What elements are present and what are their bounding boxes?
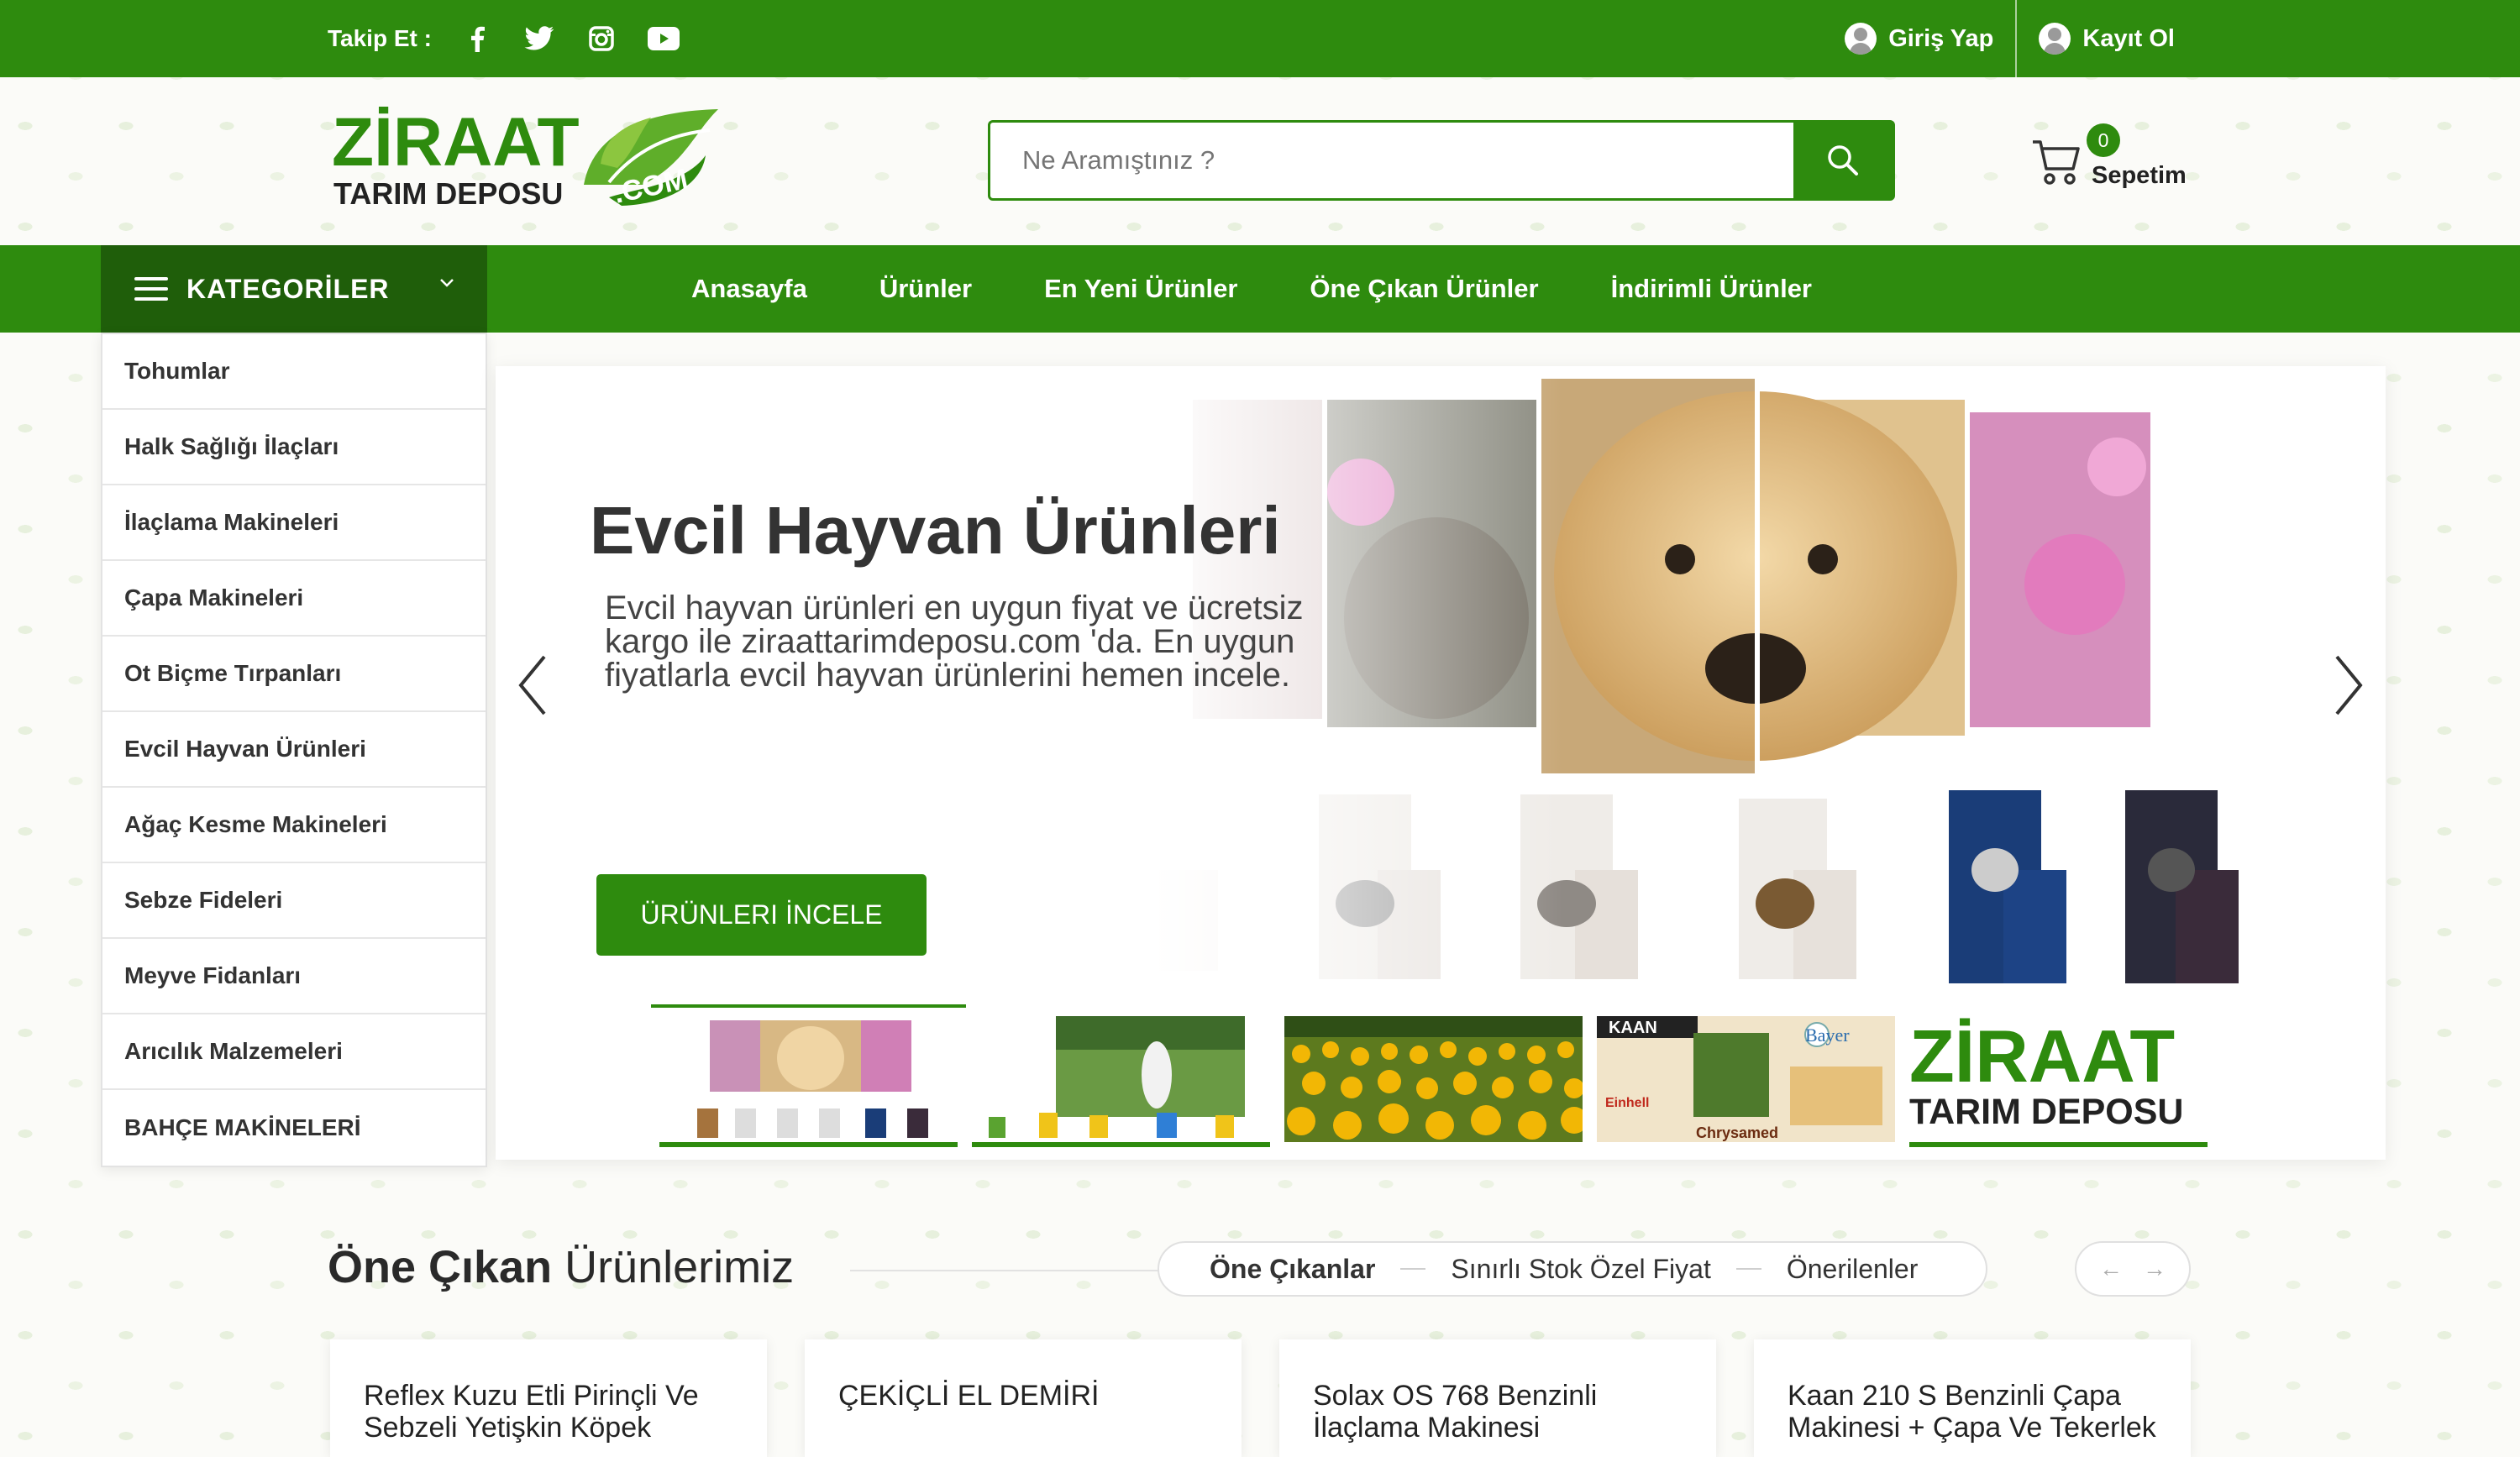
product-card[interactable]: Reflex Kuzu Etli Pirinçli Ve Sebzeli Yet… [330, 1339, 767, 1457]
category-item[interactable]: Ağaç Kesme Makineleri [102, 788, 486, 863]
slider-next-arrow-icon[interactable] [2327, 652, 2369, 719]
logo-text-ziraat: ZİRAAT [332, 105, 580, 181]
product-card[interactable]: Solax OS 768 Benzinli İlaçlama Makinesi [1279, 1339, 1716, 1457]
tab-featured[interactable]: Öne Çıkanlar [1210, 1254, 1375, 1285]
twitter-icon[interactable] [522, 22, 556, 55]
slide-cta-button[interactable]: ÜRÜNLERI İNCELE [596, 874, 927, 956]
svg-text:ZİRAAT: ZİRAAT [1909, 1016, 2175, 1098]
tab-limited-stock[interactable]: Sınırlı Stok Özel Fiyat [1451, 1254, 1710, 1285]
login-link[interactable]: Giriş Yap [1823, 0, 2015, 77]
logo-text-tarim: TARIM DEPOSU [333, 176, 563, 211]
top-bar: Takip Et : Giriş Yap Kayıt Ol [0, 0, 2520, 77]
facebook-icon[interactable] [460, 22, 494, 55]
svg-text:Chrysamed: Chrysamed [1696, 1124, 1778, 1141]
product-card[interactable]: ÇEKİÇLİ EL DEMİRİ [805, 1339, 1242, 1457]
chevron-down-icon [440, 279, 454, 287]
nav-home[interactable]: Anasayfa [655, 274, 843, 304]
slider-thumb-sunflowers[interactable] [1284, 1004, 1583, 1147]
slide-description: Evcil hayvan ürünleri en uygun fiyat ve … [605, 590, 1304, 694]
follow-label: Takip Et : [328, 25, 432, 51]
menu-icon [134, 277, 168, 301]
user-icon [2039, 23, 2071, 55]
nav-featured[interactable]: Öne Çıkan Ürünler [1273, 274, 1574, 304]
category-item[interactable]: Arıcılık Malzemeleri [102, 1014, 486, 1090]
slider-thumb-brands[interactable]: KAAN Bayer Einhell Chrysamed [1597, 1004, 1895, 1147]
tab-recommended[interactable]: Önerilenler [1787, 1254, 1919, 1285]
nav-products[interactable]: Ürünler [843, 274, 1008, 304]
category-item[interactable]: Evcil Hayvan Ürünleri [102, 712, 486, 788]
slider-prev-arrow-icon[interactable] [512, 652, 554, 719]
product-card[interactable]: Kaan 210 S Benzinli Çapa Makinesi + Çapa… [1754, 1339, 2191, 1457]
slider-thumb-pets[interactable] [651, 1004, 966, 1147]
svg-text:Einhell: Einhell [1605, 1096, 1649, 1110]
hero-slider: Evcil Hayvan Ürünleri Evcil hayvan ürünl… [496, 366, 2386, 1160]
cart-label: Sepetim [2092, 162, 2187, 189]
social-follow: Takip Et : [328, 0, 680, 77]
category-item[interactable]: İlaçlama Makineleri [102, 485, 486, 561]
login-label: Giriş Yap [1888, 24, 1994, 52]
youtube-icon[interactable] [647, 22, 680, 55]
category-item[interactable]: Ot Biçme Tırpanları [102, 637, 486, 712]
category-item[interactable]: Halk Sağlığı İlaçları [102, 410, 486, 485]
slider-thumbnails: KAAN Bayer Einhell Chrysamed ZİRAAT TARI… [651, 1004, 2208, 1147]
category-item[interactable]: Tohumlar [102, 334, 486, 410]
categories-toggle[interactable]: KATEGORİLER [101, 245, 487, 333]
section-title-bold: Öne Çıkan [328, 1242, 553, 1292]
instagram-icon[interactable] [585, 22, 618, 55]
category-item[interactable]: Çapa Makineleri [102, 561, 486, 637]
category-item[interactable]: BAHÇE MAKİNELERİ [102, 1090, 486, 1166]
pager-next-icon[interactable]: → [2143, 1255, 2166, 1282]
search-input[interactable] [990, 123, 1793, 198]
nav-links: Anasayfa Ürünler En Yeni Ürünler Öne Çık… [655, 245, 1848, 333]
hero-image [1151, 366, 2327, 1004]
slider-thumb-sprayers[interactable] [972, 1004, 1270, 1147]
nav-discounted[interactable]: İndirimli Ürünler [1575, 274, 1848, 304]
search-button[interactable] [1793, 123, 1893, 198]
site-logo[interactable]: ZİRAAT TARIM DEPOSU .COM [332, 104, 756, 214]
user-icon [1845, 23, 1877, 55]
section-title: Öne Çıkan Ürünlerimiz [328, 1241, 794, 1293]
search-bar [988, 120, 1895, 201]
slider-thumb-logo[interactable]: ZİRAAT TARIM DEPOSU [1909, 1004, 2208, 1147]
cart-icon [2033, 140, 2080, 185]
cart-count-badge: 0 [2087, 123, 2120, 157]
category-item[interactable]: Meyve Fidanları [102, 939, 486, 1014]
auth-links: Giriş Yap Kayıt Ol [1823, 0, 2197, 77]
section-divider [850, 1270, 1161, 1271]
categories-menu: Tohumlar Halk Sağlığı İlaçları İlaçlama … [101, 333, 487, 1167]
categories-label: KATEGORİLER [186, 273, 390, 304]
search-icon [1828, 145, 1858, 176]
nav-newest[interactable]: En Yeni Ürünler [1008, 274, 1273, 304]
svg-text:Bayer: Bayer [1805, 1025, 1850, 1046]
product-tabs: Öne Çıkanlar Sınırlı Stok Özel Fiyat Öne… [1158, 1241, 1987, 1297]
svg-text:TARIM DEPOSU: TARIM DEPOSU [1909, 1092, 2184, 1132]
cart-button[interactable]: 0 Sepetim [2031, 122, 2216, 197]
slide-title: Evcil Hayvan Ürünleri [590, 493, 1281, 568]
register-label: Kayıt Ol [2082, 24, 2175, 52]
pager-prev-icon[interactable]: ← [2099, 1255, 2123, 1282]
svg-text:KAAN: KAAN [1609, 1019, 1657, 1037]
section-title-rest: Ürünlerimiz [552, 1242, 795, 1292]
product-pager: ← → [2075, 1241, 2191, 1297]
category-item[interactable]: Sebze Fideleri [102, 863, 486, 939]
register-link[interactable]: Kayıt Ol [2017, 0, 2197, 77]
